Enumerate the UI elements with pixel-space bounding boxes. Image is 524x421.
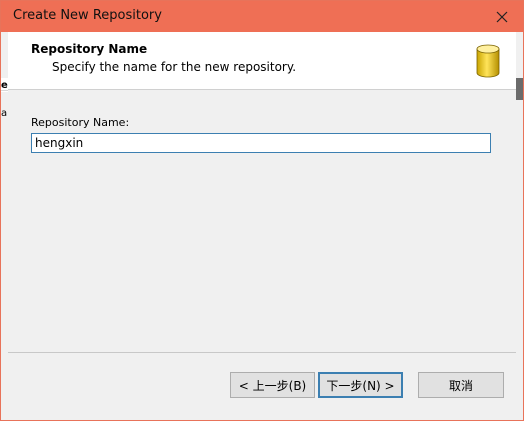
wizard-content: Repository Name: <box>8 90 516 352</box>
cancel-button[interactable]: 取消 <box>418 372 504 398</box>
back-button[interactable]: < 上一步(B) <box>230 372 315 398</box>
repository-name-input[interactable] <box>31 133 491 153</box>
window-title: Create New Repository <box>13 8 162 23</box>
title-bar[interactable]: Create New Repository <box>1 1 523 32</box>
page-title: Repository Name <box>31 42 148 56</box>
create-repository-dialog: Create New Repository e a Repository Nam… <box>0 0 524 421</box>
close-icon <box>496 11 508 22</box>
background-window-edge-right <box>516 32 523 152</box>
background-text-fragment: e <box>1 80 8 91</box>
next-button[interactable]: 下一步(N) > <box>318 372 403 398</box>
background-text-fragment: a <box>1 108 8 119</box>
page-subtitle: Specify the name for the new repository. <box>52 60 297 74</box>
wizard-header: Repository Name Specify the name for the… <box>8 32 516 90</box>
repository-name-label: Repository Name: <box>31 116 130 129</box>
footer-divider <box>8 352 516 353</box>
background-window-edge-left: e a <box>1 32 8 152</box>
database-icon <box>476 44 500 78</box>
close-button[interactable] <box>485 1 519 32</box>
